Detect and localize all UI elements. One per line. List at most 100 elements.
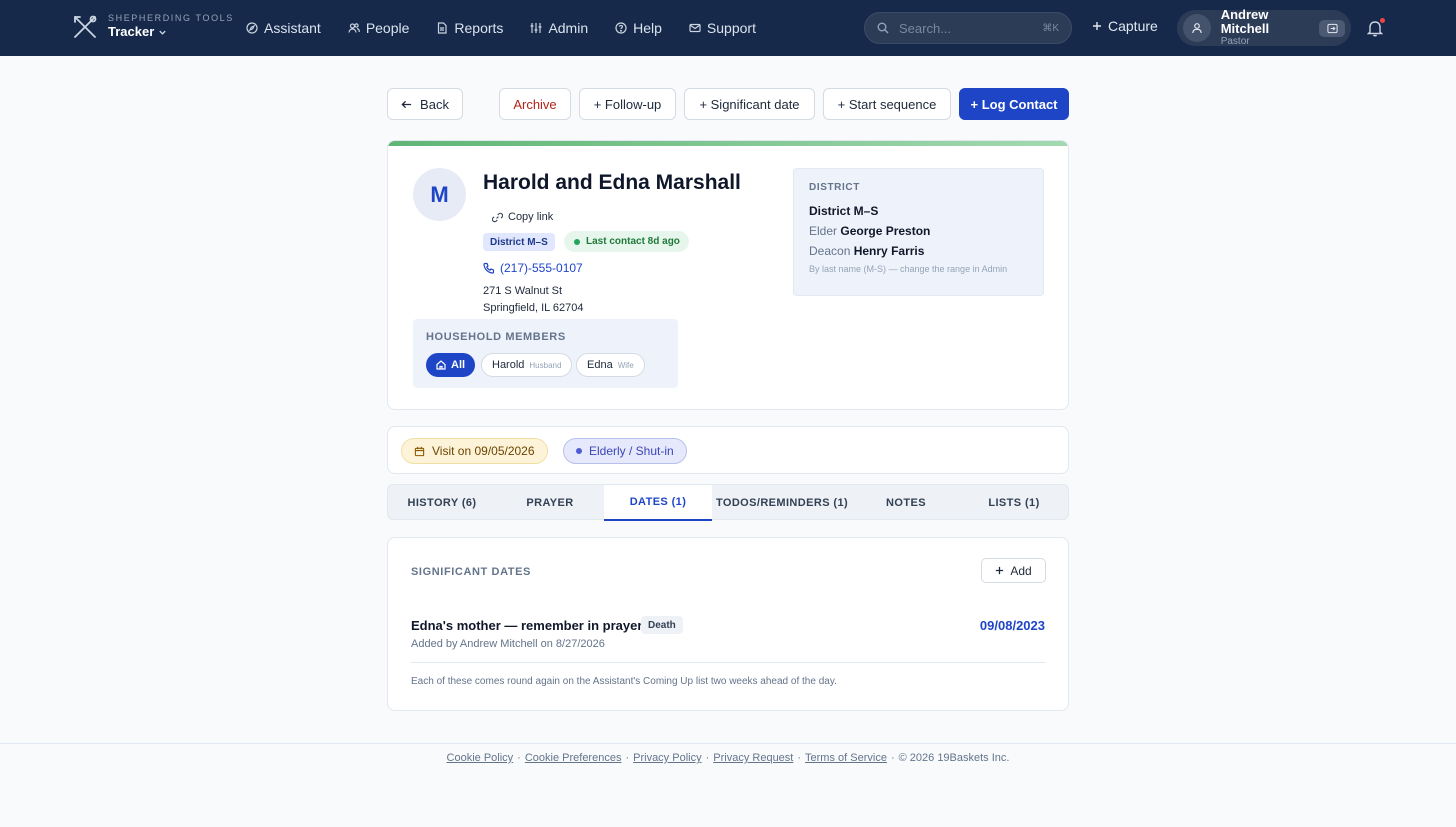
follow-up-button[interactable]: + Follow-up <box>579 88 676 120</box>
search-box[interactable]: ⌘K <box>864 12 1072 44</box>
significant-date-button[interactable]: + Significant date <box>684 88 815 120</box>
brand[interactable]: SHEPHERDING TOOLS Tracker <box>72 13 234 40</box>
terms-of-service-link[interactable]: Terms of Service <box>805 752 887 764</box>
profile-card: M Harold and Edna Marshall Copy link Dis… <box>387 140 1069 410</box>
people-icon <box>348 23 360 33</box>
nav-assistant[interactable]: Assistant <box>246 20 321 36</box>
brand-name[interactable]: Tracker <box>108 24 234 40</box>
tab-prayer[interactable]: PRAYER <box>496 485 604 521</box>
capture-button[interactable]: Capture <box>1092 18 1158 34</box>
tags-card: Visit on 09/05/2026 Elderly / Shut-in <box>387 426 1069 474</box>
footer: Cookie Policy · Cookie Preferences · Privacy… <box>0 743 1456 827</box>
search-shortcut: ⌘K <box>1042 22 1059 34</box>
search-input[interactable] <box>899 20 1029 36</box>
nav-people[interactable]: People <box>348 20 409 36</box>
user-menu[interactable]: Andrew Mitchell Pastor <box>1177 7 1351 47</box>
chevron-down-icon <box>159 30 166 35</box>
footer-links: Cookie Policy · Cookie Preferences · Privacy… <box>0 752 1456 764</box>
phone-icon <box>483 262 495 274</box>
tab-notes[interactable]: NOTES <box>852 485 960 521</box>
date-item-date: 09/08/2023 <box>979 618 1045 633</box>
tab-lists[interactable]: LISTS (1) <box>960 485 1068 521</box>
deacon-label: Deacon <box>809 244 851 258</box>
significant-dates-label: SIGNIFICANT DATES <box>411 566 531 578</box>
user-icon <box>1192 23 1202 34</box>
address-line-1: 271 S Walnut St <box>483 285 563 297</box>
user-role: Pastor <box>1220 36 1250 47</box>
add-date-button[interactable]: Add <box>981 558 1046 583</box>
last-contact-label: Last contact 8d ago <box>586 236 680 247</box>
member-role: Husband <box>529 360 562 370</box>
visit-tag[interactable]: Visit on 09/05/2026 <box>401 438 548 464</box>
plus-icon <box>996 566 1004 575</box>
user-name: Andrew Mitchell <box>1220 7 1270 36</box>
separator: · <box>797 752 802 764</box>
household-name: Harold and Edna Marshall <box>483 171 741 194</box>
copy-link-button[interactable]: Copy link <box>492 211 553 223</box>
notifications-button[interactable] <box>1366 18 1385 37</box>
copy-link-label: Copy link <box>508 211 554 223</box>
elder-name: George Preston <box>840 224 931 238</box>
cookie-policy-link[interactable]: Cookie Policy <box>447 752 514 764</box>
elder-row: Elder George Preston <box>809 224 930 238</box>
cookie-preferences-link[interactable]: Cookie Preferences <box>525 752 622 764</box>
search-icon <box>877 22 889 34</box>
sliders-icon <box>530 23 542 33</box>
home-icon <box>436 360 446 370</box>
dates-footnote: Each of these comes round again on the A… <box>411 676 837 687</box>
separator: · <box>705 752 710 764</box>
tab-todos-reminders[interactable]: TODOS/REMINDERS (1) <box>712 485 852 521</box>
date-item-meta: Added by Andrew Mitchell on 8/27/2026 <box>411 638 605 650</box>
elder-label: Elder <box>809 224 838 238</box>
plus-icon <box>1093 22 1101 30</box>
separator: · <box>625 752 630 764</box>
link-icon <box>492 212 503 222</box>
add-date-label: Add <box>1010 563 1032 578</box>
logout-button[interactable] <box>1319 19 1345 37</box>
divider <box>411 662 1046 663</box>
nav-help[interactable]: Help <box>615 20 662 36</box>
address-line-2: Springfield, IL 62704 <box>483 302 584 314</box>
household-avatar: M <box>413 168 466 221</box>
mail-icon <box>689 23 701 33</box>
tab-history[interactable]: HISTORY (6) <box>388 485 496 521</box>
brand-name-label: Tracker <box>108 24 155 39</box>
nav-reports[interactable]: Reports <box>436 20 503 36</box>
member-name: Edna <box>587 359 613 371</box>
member-chip-edna[interactable]: Edna Wife <box>576 353 645 377</box>
capture-label: Capture <box>1108 18 1158 34</box>
help-circle-icon <box>615 22 627 34</box>
phone-number: (217)-555-0107 <box>500 261 583 275</box>
member-filter-all[interactable]: All <box>426 353 476 377</box>
visit-tag-label: Visit on 09/05/2026 <box>432 444 535 458</box>
category-tag[interactable]: Elderly / Shut-in <box>563 438 687 464</box>
member-filter-all-label: All <box>451 359 466 371</box>
nav-admin[interactable]: Admin <box>530 20 588 36</box>
nav-support[interactable]: Support <box>689 20 756 36</box>
nav-assistant-label: Assistant <box>264 20 321 36</box>
compass-icon <box>246 22 258 34</box>
privacy-request-link[interactable]: Privacy Request <box>713 752 793 764</box>
detail-tabs: HISTORY (6) PRAYER DATES (1) TODOS/REMIN… <box>387 484 1069 521</box>
log-contact-button[interactable]: + Log Contact <box>959 88 1069 120</box>
top-navbar: SHEPHERDING TOOLS Tracker Assistant Peop… <box>0 0 1456 56</box>
deacon-row: Deacon Henry Farris <box>809 244 924 258</box>
member-chip-harold[interactable]: Harold Husband <box>481 353 573 377</box>
back-button[interactable]: Back <box>387 88 463 120</box>
archive-button[interactable]: Archive <box>499 88 571 120</box>
separator: · <box>517 752 521 764</box>
household-members-label: HOUSEHOLD MEMBERS <box>426 331 566 343</box>
copyright: © 2026 19Baskets Inc. <box>898 752 1010 764</box>
notification-dot <box>1380 18 1385 23</box>
phone-link[interactable]: (217)-555-0107 <box>483 261 583 275</box>
significant-dates-card: SIGNIFICANT DATES Add Edna's mother — re… <box>387 537 1069 711</box>
calendar-icon <box>414 446 425 456</box>
district-panel-label: DISTRICT <box>809 182 860 193</box>
tab-dates[interactable]: DATES (1) <box>604 485 712 521</box>
privacy-policy-link[interactable]: Privacy Policy <box>633 752 701 764</box>
member-name: Harold <box>492 359 525 371</box>
district-note: By last name (M-S) — change the range in… <box>809 264 1008 274</box>
category-tag-label: Elderly / Shut-in <box>589 444 674 458</box>
start-sequence-button[interactable]: + Start sequence <box>823 88 951 120</box>
date-type-badge: Death <box>641 616 683 634</box>
